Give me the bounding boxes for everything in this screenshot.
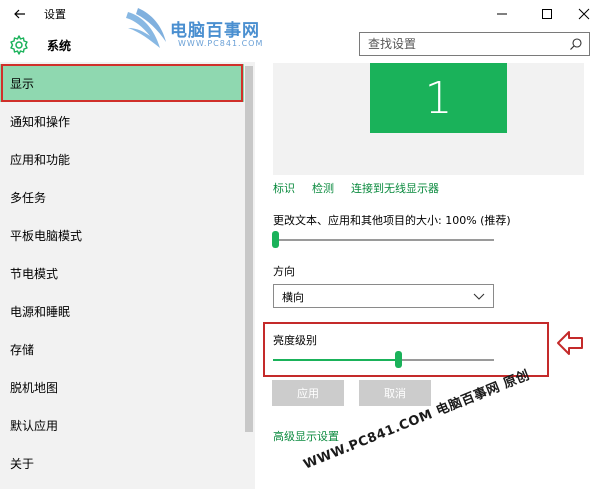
brightness-highlight — [263, 322, 549, 377]
back-button[interactable] — [10, 4, 30, 24]
sidebar-item-label: 存储 — [10, 342, 35, 357]
search-box[interactable] — [359, 32, 590, 56]
orientation-value: 横向 — [282, 291, 304, 304]
scale-label: 更改文本、应用和其他项目的大小: 100% (推荐) — [273, 214, 511, 227]
sidebar-item-multitasking[interactable]: 多任务 — [0, 178, 244, 216]
sidebar-item-label: 节电模式 — [10, 266, 59, 281]
orientation-label: 方向 — [273, 265, 295, 278]
sidebar-item-label: 关于 — [10, 456, 35, 471]
logo-text: 电脑百事网 — [170, 21, 260, 41]
brightness-slider-thumb[interactable] — [395, 351, 402, 368]
maximize-button[interactable] — [527, 2, 567, 26]
logo-url: WWW.PC841.COM — [178, 39, 264, 48]
minimize-button[interactable] — [482, 2, 522, 26]
sidebar-item-storage[interactable]: 存储 — [0, 330, 244, 368]
sidebar-item-label: 平板电脑模式 — [10, 228, 83, 243]
sidebar-item-notifications[interactable]: 通知和操作 — [0, 102, 244, 140]
sidebar-item-tablet-mode[interactable]: 平板电脑模式 — [0, 216, 244, 254]
gear-icon — [10, 35, 28, 55]
sidebar-item-apps[interactable]: 应用和功能 — [0, 140, 244, 178]
advanced-display-settings-link[interactable]: 高级显示设置 — [273, 428, 339, 444]
sidebar-item-label: 通知和操作 — [10, 114, 71, 129]
scale-slider-thumb[interactable] — [272, 231, 279, 248]
brightness-label: 亮度级别 — [273, 334, 317, 347]
sidebar-item-label: 电源和睡眠 — [10, 304, 71, 319]
back-arrow-icon — [14, 9, 25, 19]
orientation-select[interactable]: 横向 — [273, 284, 494, 308]
sidebar-item-default-apps[interactable]: 默认应用 — [0, 406, 244, 444]
search-input[interactable] — [360, 33, 560, 55]
sidebar-item-label: 脱机地图 — [10, 380, 59, 395]
section-title: 系统 — [47, 39, 72, 53]
minimize-icon — [497, 13, 507, 15]
sidebar-item-label: 多任务 — [10, 190, 47, 205]
apply-button[interactable]: 应用 — [272, 380, 344, 406]
scale-slider-track[interactable] — [273, 239, 494, 241]
sidebar-item-power-sleep[interactable]: 电源和睡眠 — [0, 292, 244, 330]
sidebar-item-label: 默认应用 — [10, 418, 59, 433]
sidebar-item-label: 应用和功能 — [10, 152, 71, 167]
close-button[interactable] — [564, 2, 600, 26]
sidebar: 显示 通知和操作 应用和功能 多任务 平板电脑模式 节电模式 电源和睡眠 存储 … — [0, 62, 255, 489]
sidebar-item-about[interactable]: 关于 — [0, 444, 244, 482]
left-arrow-icon — [557, 331, 583, 355]
chevron-down-icon — [473, 293, 485, 300]
identify-link[interactable]: 标识 — [273, 180, 295, 196]
app-title: 设置 — [44, 8, 66, 21]
sidebar-item-offline-maps[interactable]: 脱机地图 — [0, 368, 244, 406]
detect-link[interactable]: 检测 — [312, 180, 334, 196]
sidebar-scrollbar[interactable] — [245, 66, 253, 432]
close-icon — [578, 8, 590, 20]
sidebar-item-display[interactable]: 显示 — [0, 64, 244, 102]
monitor-tile[interactable]: 1 — [370, 63, 507, 133]
maximize-icon — [542, 9, 552, 19]
connect-wireless-link[interactable]: 连接到无线显示器 — [351, 180, 439, 196]
brightness-slider-track[interactable] — [397, 359, 494, 361]
cancel-button[interactable]: 取消 — [359, 380, 431, 406]
sidebar-item-label: 显示 — [10, 76, 35, 91]
search-icon[interactable] — [569, 37, 583, 51]
brightness-slider-fill — [273, 359, 397, 361]
title-bar: 设置 — [0, 0, 600, 28]
sidebar-item-battery-saver[interactable]: 节电模式 — [0, 254, 244, 292]
